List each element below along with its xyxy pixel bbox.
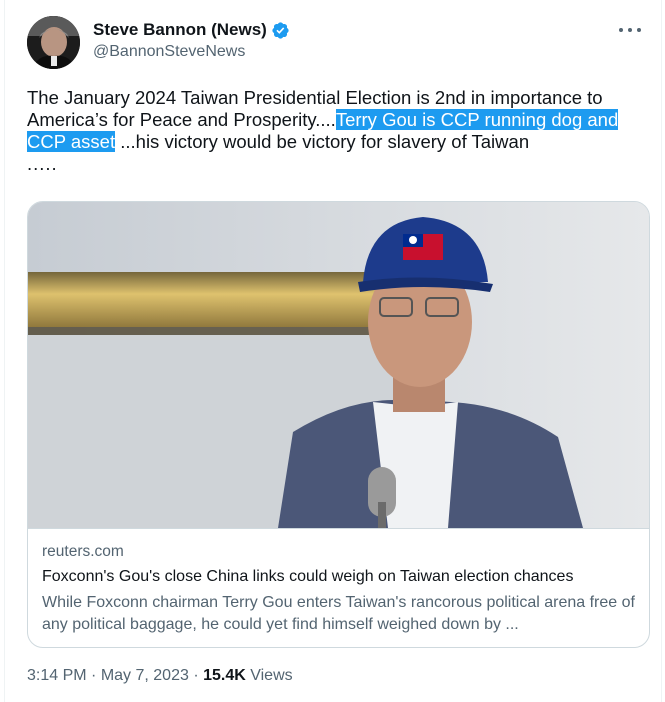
tweet-card: Steve Bannon (News) @BannonSteveNews The…: [4, 0, 662, 702]
link-domain: reuters.com: [42, 543, 124, 560]
views-count: 15.4K: [203, 667, 246, 684]
author-handle[interactable]: @BannonSteveNews: [93, 43, 245, 61]
verified-badge-icon: [271, 21, 290, 40]
tweet-text-part: ...his victory would be victory for slav…: [115, 131, 530, 152]
views-label: Views: [245, 667, 293, 684]
author-name-row[interactable]: Steve Bannon (News): [93, 20, 290, 40]
avatar-image: [27, 16, 80, 69]
link-preview-card[interactable]: reuters.com Foxconn's Gou's close China …: [27, 201, 650, 648]
tweet-time[interactable]: 3:14 PM: [27, 667, 87, 684]
link-description: While Foxconn chairman Terry Gou enters …: [42, 594, 635, 633]
meta-separator: ·: [86, 667, 101, 684]
tweet-text-trailing: .....: [27, 153, 58, 174]
link-meta: reuters.com Foxconn's Gou's close China …: [28, 528, 649, 647]
more-options-icon[interactable]: [619, 22, 641, 38]
meta-separator: ·: [188, 667, 204, 684]
tweet-meta: 3:14 PM · May 7, 2023 · 15.4K Views: [27, 667, 293, 685]
news-photo[interactable]: [28, 202, 649, 528]
author-avatar[interactable]: [27, 16, 80, 69]
tweet-date[interactable]: May 7, 2023: [101, 667, 189, 684]
author-name[interactable]: Steve Bannon (News): [93, 20, 267, 40]
tweet-text: The January 2024 Taiwan Presidential Ele…: [27, 87, 647, 175]
link-title[interactable]: Foxconn's Gou's close China links could …: [42, 566, 635, 587]
news-photo-illustration: [28, 202, 649, 528]
